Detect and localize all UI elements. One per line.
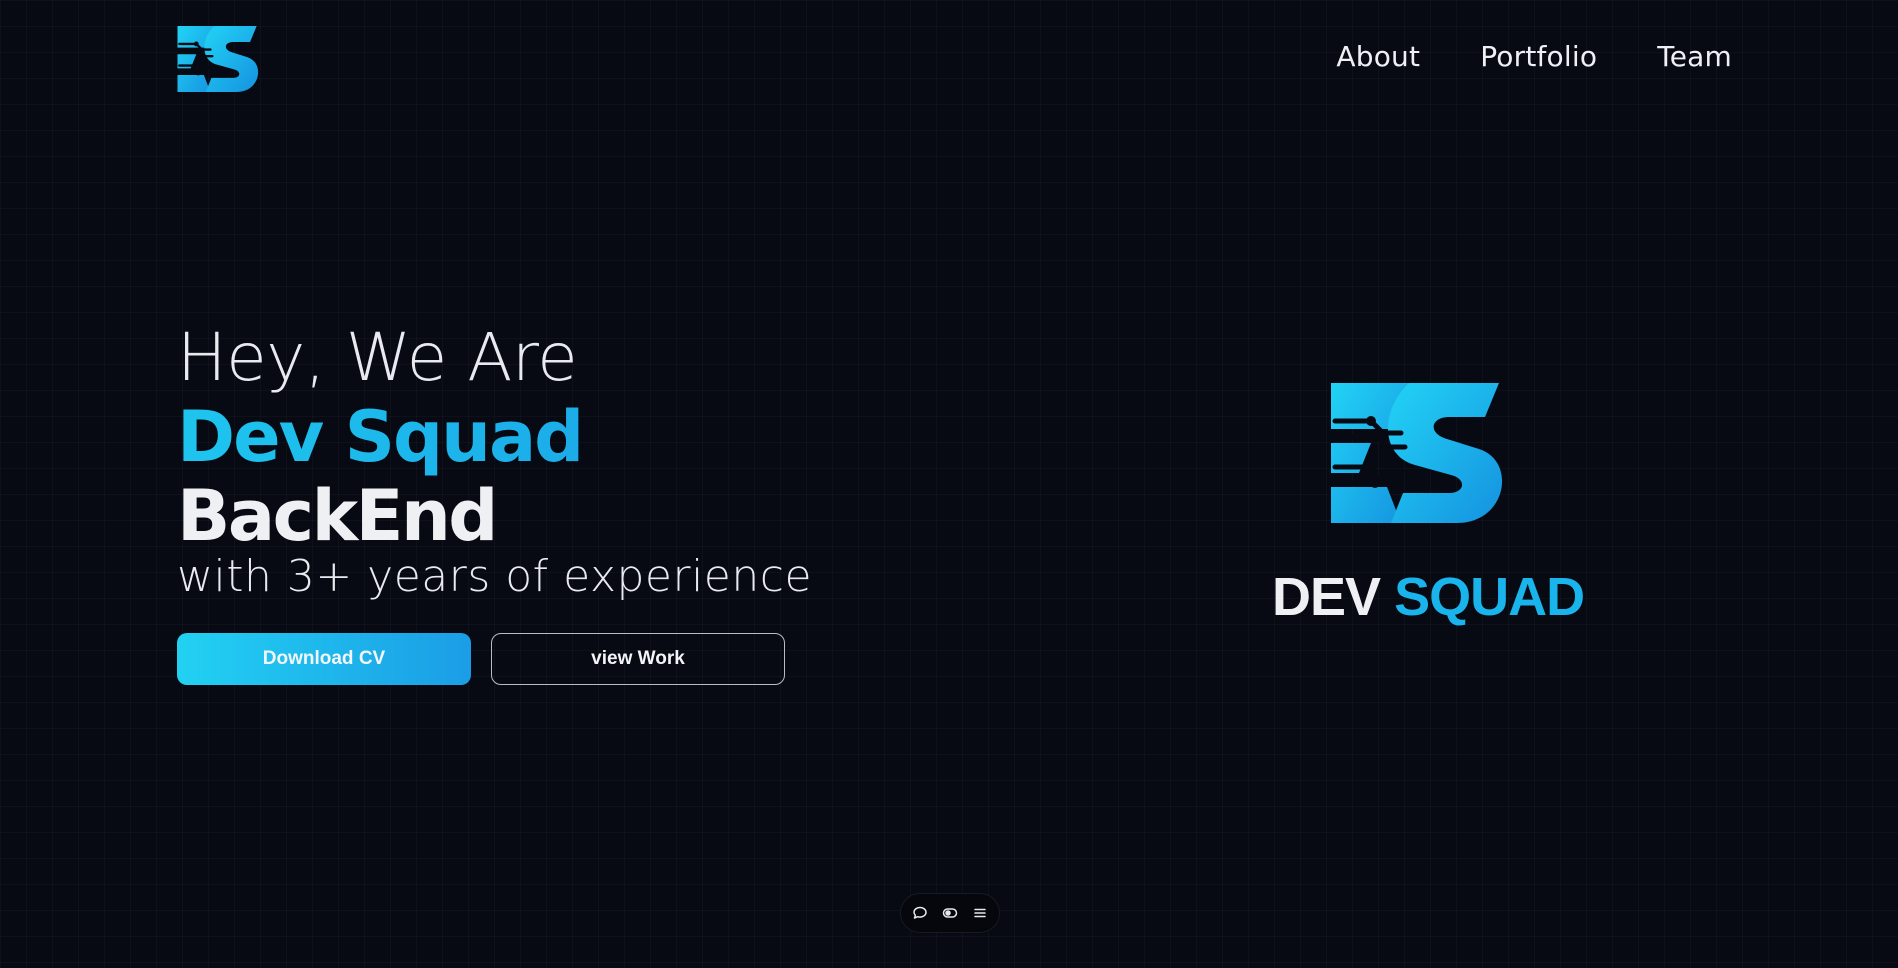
brand-name: DEV SQUAD (1272, 566, 1585, 628)
chat-bubble-icon[interactable] (911, 904, 929, 922)
nav-team-link[interactable]: Team (1657, 40, 1732, 73)
hero-role: BackEnd (177, 475, 498, 557)
download-cv-button[interactable]: Download CV (177, 633, 471, 685)
main-nav: About Portfolio Team (1336, 40, 1732, 73)
brand-name-second: SQUAD (1394, 567, 1585, 627)
hero-name: Dev Squad (177, 398, 812, 476)
nav-about-link[interactable]: About (1336, 40, 1420, 73)
hero-greeting: Hey, We Are (177, 319, 578, 396)
brand-logo-icon (1331, 383, 1503, 523)
hero-subtitle: with 3+ years of experience (177, 551, 813, 602)
floating-dock (900, 893, 1000, 933)
hero-section: Hey, We Are Dev Squad BackEnd with 3+ ye… (177, 318, 812, 602)
view-work-button[interactable]: view Work (491, 633, 785, 685)
brand-name-first: DEV (1272, 567, 1381, 627)
menu-icon[interactable] (971, 904, 989, 922)
nav-portfolio-link[interactable]: Portfolio (1480, 40, 1597, 73)
toggle-theme-icon[interactable] (941, 904, 959, 922)
site-logo-icon[interactable] (177, 26, 259, 92)
hero-buttons: Download CV view Work (177, 633, 785, 685)
